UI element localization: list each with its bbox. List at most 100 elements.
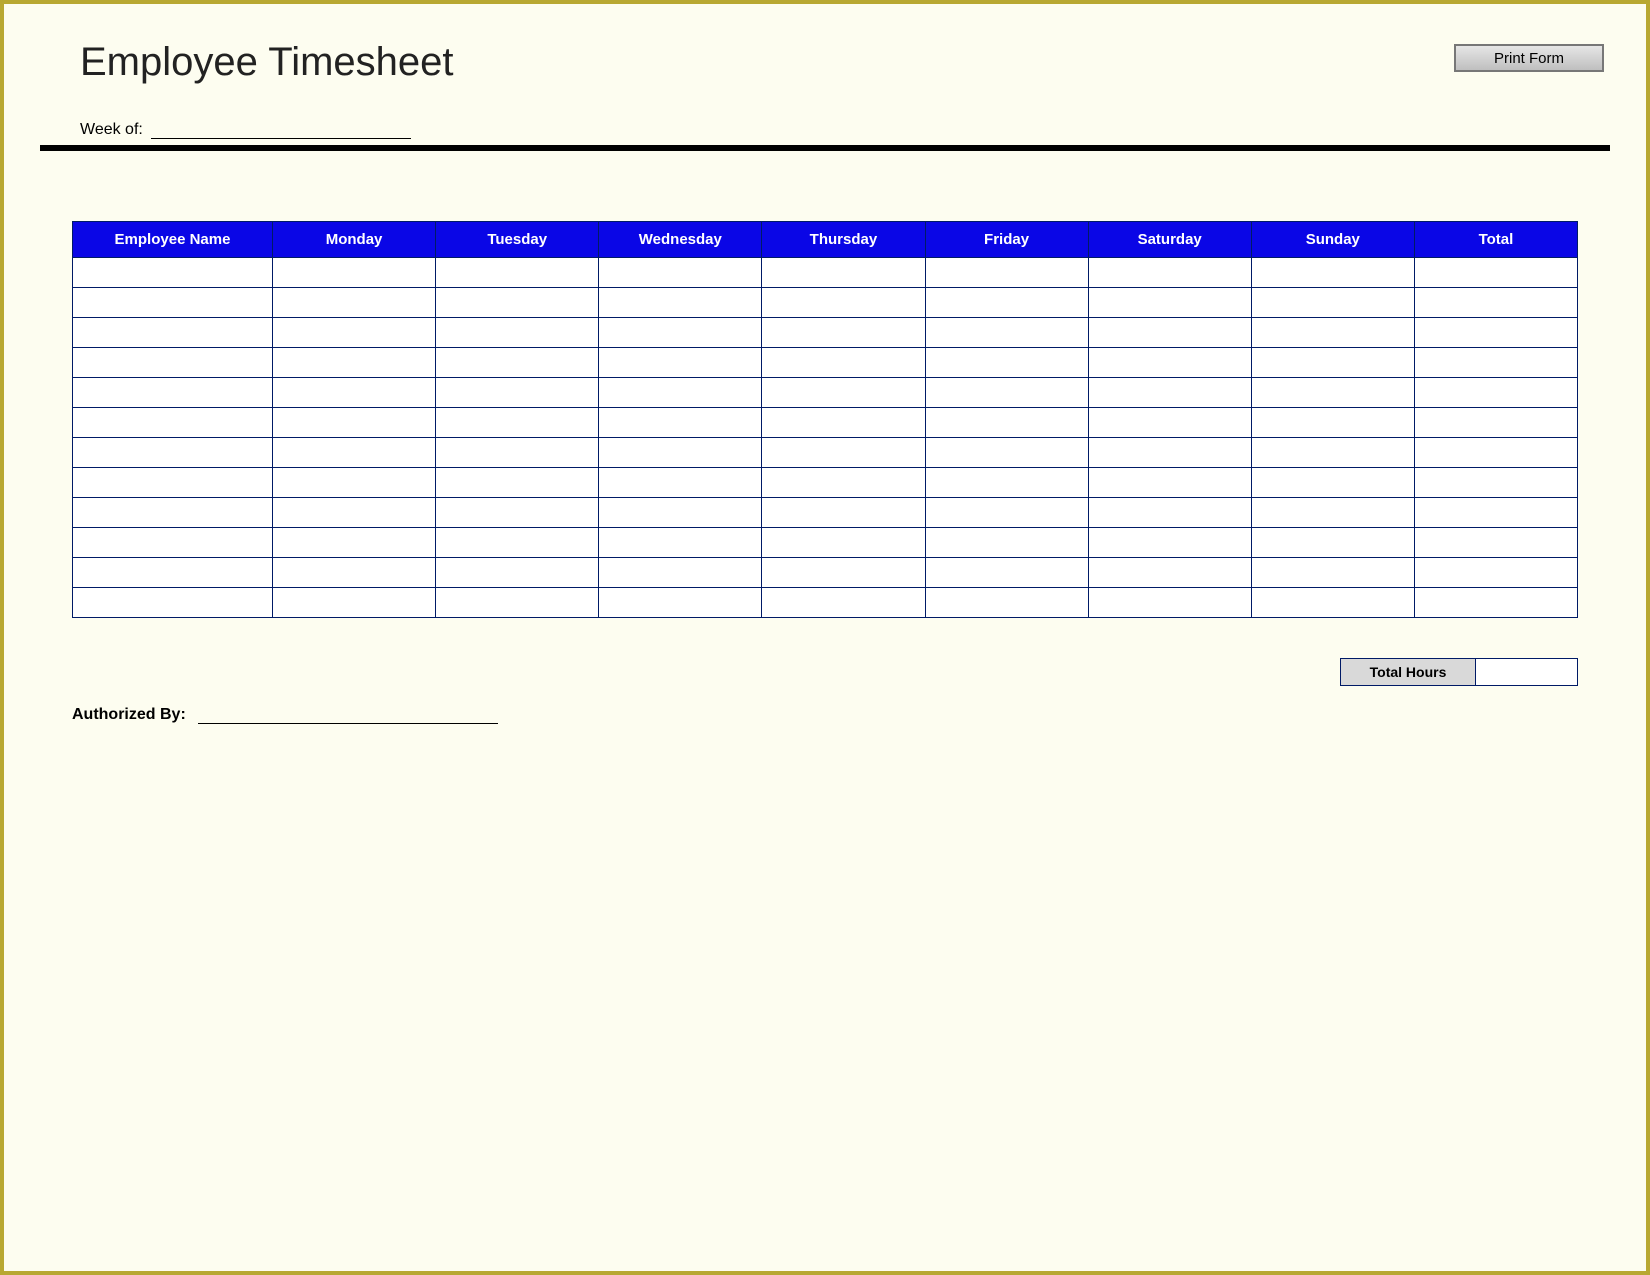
cell[interactable] — [1251, 408, 1414, 438]
cell[interactable] — [762, 528, 925, 558]
cell[interactable] — [1414, 288, 1577, 318]
cell[interactable] — [73, 258, 273, 288]
cell[interactable] — [73, 348, 273, 378]
cell[interactable] — [273, 558, 436, 588]
cell[interactable] — [762, 258, 925, 288]
total-hours-value[interactable] — [1476, 658, 1578, 686]
cell[interactable] — [273, 288, 436, 318]
cell[interactable] — [925, 258, 1088, 288]
cell[interactable] — [762, 588, 925, 618]
cell[interactable] — [73, 378, 273, 408]
cell[interactable] — [599, 528, 762, 558]
cell[interactable] — [925, 528, 1088, 558]
cell[interactable] — [762, 288, 925, 318]
cell[interactable] — [273, 588, 436, 618]
cell[interactable] — [1251, 558, 1414, 588]
cell[interactable] — [73, 588, 273, 618]
cell[interactable] — [273, 258, 436, 288]
cell[interactable] — [1088, 468, 1251, 498]
cell[interactable] — [436, 528, 599, 558]
cell[interactable] — [436, 498, 599, 528]
cell[interactable] — [1251, 348, 1414, 378]
cell[interactable] — [273, 438, 436, 468]
cell[interactable] — [1088, 528, 1251, 558]
cell[interactable] — [436, 558, 599, 588]
cell[interactable] — [1414, 468, 1577, 498]
cell[interactable] — [925, 348, 1088, 378]
cell[interactable] — [436, 288, 599, 318]
cell[interactable] — [925, 498, 1088, 528]
cell[interactable] — [1251, 528, 1414, 558]
cell[interactable] — [925, 378, 1088, 408]
cell[interactable] — [1088, 438, 1251, 468]
cell[interactable] — [925, 438, 1088, 468]
cell[interactable] — [1251, 498, 1414, 528]
cell[interactable] — [73, 468, 273, 498]
cell[interactable] — [73, 498, 273, 528]
cell[interactable] — [436, 588, 599, 618]
cell[interactable] — [599, 378, 762, 408]
cell[interactable] — [436, 258, 599, 288]
cell[interactable] — [73, 288, 273, 318]
cell[interactable] — [436, 468, 599, 498]
cell[interactable] — [1088, 258, 1251, 288]
cell[interactable] — [925, 558, 1088, 588]
cell[interactable] — [599, 258, 762, 288]
cell[interactable] — [436, 438, 599, 468]
cell[interactable] — [762, 408, 925, 438]
cell[interactable] — [1251, 288, 1414, 318]
cell[interactable] — [273, 318, 436, 348]
cell[interactable] — [436, 318, 599, 348]
cell[interactable] — [1088, 588, 1251, 618]
cell[interactable] — [1414, 438, 1577, 468]
cell[interactable] — [599, 408, 762, 438]
authorized-by-input-line[interactable] — [198, 710, 498, 724]
cell[interactable] — [73, 408, 273, 438]
cell[interactable] — [762, 438, 925, 468]
cell[interactable] — [1414, 588, 1577, 618]
cell[interactable] — [599, 498, 762, 528]
cell[interactable] — [599, 468, 762, 498]
cell[interactable] — [1414, 528, 1577, 558]
cell[interactable] — [273, 408, 436, 438]
cell[interactable] — [1251, 468, 1414, 498]
cell[interactable] — [599, 318, 762, 348]
cell[interactable] — [762, 378, 925, 408]
cell[interactable] — [1251, 258, 1414, 288]
cell[interactable] — [436, 378, 599, 408]
print-form-button[interactable]: Print Form — [1454, 44, 1604, 72]
cell[interactable] — [599, 438, 762, 468]
cell[interactable] — [1414, 378, 1577, 408]
cell[interactable] — [762, 318, 925, 348]
cell[interactable] — [1251, 438, 1414, 468]
cell[interactable] — [73, 318, 273, 348]
cell[interactable] — [1088, 378, 1251, 408]
cell[interactable] — [1414, 558, 1577, 588]
cell[interactable] — [599, 588, 762, 618]
cell[interactable] — [273, 498, 436, 528]
cell[interactable] — [599, 558, 762, 588]
cell[interactable] — [1251, 378, 1414, 408]
cell[interactable] — [1251, 588, 1414, 618]
cell[interactable] — [1088, 558, 1251, 588]
cell[interactable] — [1414, 348, 1577, 378]
cell[interactable] — [1088, 408, 1251, 438]
cell[interactable] — [73, 558, 273, 588]
cell[interactable] — [73, 528, 273, 558]
cell[interactable] — [599, 288, 762, 318]
cell[interactable] — [762, 468, 925, 498]
cell[interactable] — [762, 498, 925, 528]
cell[interactable] — [762, 348, 925, 378]
cell[interactable] — [273, 378, 436, 408]
cell[interactable] — [599, 348, 762, 378]
cell[interactable] — [273, 348, 436, 378]
week-of-input-line[interactable] — [151, 125, 411, 139]
cell[interactable] — [762, 558, 925, 588]
cell[interactable] — [925, 588, 1088, 618]
cell[interactable] — [273, 468, 436, 498]
cell[interactable] — [436, 348, 599, 378]
cell[interactable] — [1088, 318, 1251, 348]
cell[interactable] — [1414, 318, 1577, 348]
cell[interactable] — [73, 438, 273, 468]
cell[interactable] — [925, 288, 1088, 318]
